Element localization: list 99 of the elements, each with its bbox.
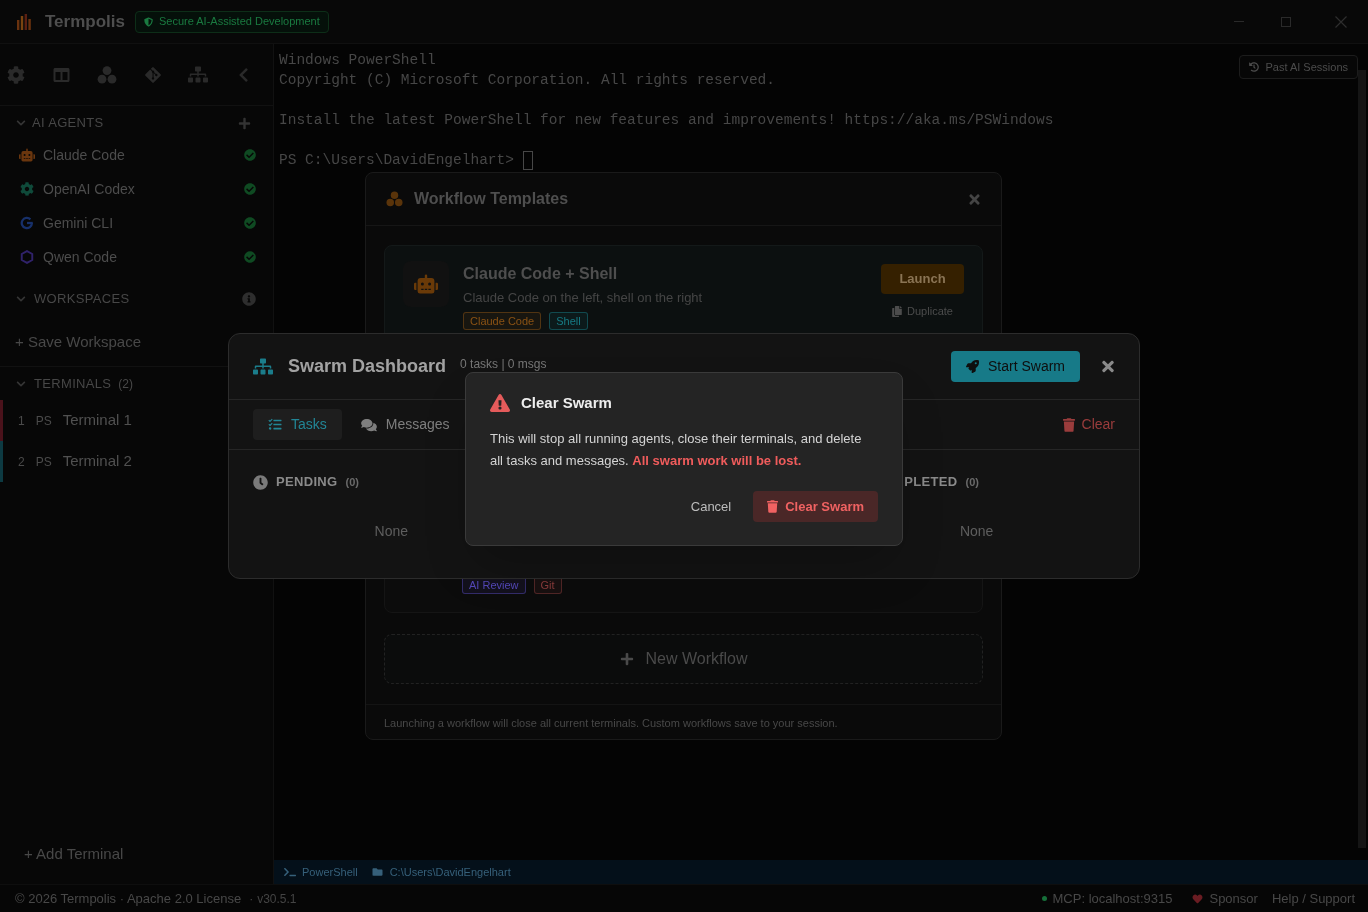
agent-item[interactable]: Claude Code <box>0 138 273 172</box>
history-icon <box>1249 62 1260 72</box>
agent-name: Gemini CLI <box>43 213 114 233</box>
trash-icon <box>767 500 779 513</box>
heart-icon <box>1192 893 1204 904</box>
chat-bubbles-icon <box>360 417 377 432</box>
warning-icon <box>490 394 510 412</box>
copyright-text: © 2026 Termpolis · Apache 2.0 License <box>15 889 242 908</box>
agent-name: Qwen Code <box>43 247 117 267</box>
maximize-icon[interactable] <box>1281 16 1291 27</box>
tab[interactable]: Messages <box>345 409 465 440</box>
text-cursor <box>522 150 533 170</box>
launch-button[interactable]: Launch <box>881 264 964 294</box>
clear-swarm-button[interactable]: Clear Swarm <box>753 491 878 522</box>
column-title: PLETED <box>904 473 958 492</box>
gear-icon <box>20 182 34 196</box>
clock-icon <box>253 474 268 490</box>
agent-name: Claude Code <box>43 145 125 165</box>
columns-icon[interactable] <box>53 66 70 83</box>
tab[interactable]: Tasks <box>253 409 342 440</box>
shell-label: PS <box>35 453 52 471</box>
summary-text: 0 tasks | 0 msgs <box>460 356 547 371</box>
logo-icon <box>17 13 31 30</box>
past-sessions-button[interactable]: Past AI Sessions <box>1239 55 1358 79</box>
network-icon[interactable] <box>188 66 208 83</box>
robot-icon <box>403 261 449 307</box>
agent-item[interactable]: Qwen Code <box>0 240 273 274</box>
terminal-output-line: Copyright (C) Microsoft Corporation. All rights reserved. <box>279 71 775 90</box>
scrollbar[interactable] <box>1358 70 1366 848</box>
cancel-button[interactable]: Cancel <box>678 491 744 522</box>
settings-icon[interactable] <box>7 65 25 84</box>
mcp-status: MCP: localhost:9315 <box>1052 889 1173 908</box>
terminal-prompt: PS C:\Users\DavidEngelhart> <box>279 151 514 170</box>
agent-name: OpenAI Codex <box>43 179 135 199</box>
dialog-message: This will stop all running agents, close their terminals, and delete all tasks and messages. All swarm work will be lost. <box>490 430 863 470</box>
terminal-name: Terminal 2 <box>62 451 132 472</box>
rocket-icon <box>966 360 979 373</box>
clear-button[interactable]: Clear <box>1062 414 1115 435</box>
workflow-description: Claude Code on the left, shell on the right <box>463 289 703 307</box>
app-name: Termpolis <box>45 10 125 33</box>
column-count: (0) <box>345 474 359 490</box>
folder-icon <box>371 867 383 877</box>
column-count: (0) <box>965 474 979 490</box>
minimize-icon[interactable] <box>1234 20 1244 23</box>
chevron-down-icon[interactable] <box>16 378 26 389</box>
info-icon <box>242 292 256 306</box>
terminal-icon <box>284 867 296 877</box>
empty-state-text: None <box>959 522 994 541</box>
close-icon[interactable] <box>1101 358 1115 375</box>
three-circles-icon[interactable] <box>97 65 117 84</box>
terminal-output-line: Install the latest PowerShell for new features and improvements! https://aka.ms/PSWindows <box>279 111 1054 130</box>
task-list-icon <box>268 418 282 431</box>
terminal-count: (2) <box>118 375 133 393</box>
empty-state-text: None <box>374 522 409 541</box>
working-directory: C:\Users\DavidEngelhart <box>389 864 511 880</box>
chevron-down-icon[interactable] <box>16 118 26 128</box>
robot-icon <box>19 148 35 162</box>
terminal-number: 2 <box>18 453 25 471</box>
new-workflow-button[interactable]: New Workflow <box>384 634 983 684</box>
add-icon[interactable] <box>238 116 251 130</box>
terminal-item[interactable]: 2 PS Terminal 2 <box>0 441 273 482</box>
add-terminal-link[interactable]: + Add Terminal <box>24 842 124 866</box>
workflow-name: Claude Code + Shell <box>463 264 618 284</box>
terminal-output-line: Windows PowerShell <box>279 51 436 70</box>
terminal-number: 1 <box>18 412 25 430</box>
copy-icon <box>892 305 903 317</box>
agent-item[interactable]: Gemini CLI <box>0 206 273 240</box>
agent-item[interactable]: OpenAI Codex <box>0 172 273 206</box>
sponsor-link[interactable]: Sponsor <box>1209 888 1258 909</box>
plus-icon <box>619 652 634 666</box>
git-icon[interactable] <box>143 65 162 84</box>
version-label: v30.5.1 <box>257 890 297 908</box>
tag: Claude Code <box>463 312 542 330</box>
duplicate-button[interactable]: Duplicate <box>892 303 953 320</box>
tag: Shell <box>549 312 588 330</box>
section-title: WORKSPACES <box>34 290 130 309</box>
shield-icon <box>144 16 153 27</box>
trash-icon <box>1062 417 1075 432</box>
modal-title: Swarm Dashboard <box>288 355 447 378</box>
save-workspace-link[interactable]: + Save Workspace <box>15 330 142 354</box>
dialog-title: Clear Swarm <box>521 392 612 413</box>
section-title: AI AGENTS <box>32 114 104 133</box>
terminal-name: Terminal 1 <box>62 410 132 431</box>
g-logo-icon <box>20 216 34 230</box>
collapse-icon[interactable] <box>238 66 249 83</box>
footnote: Launching a workflow will close all current terminals. Custom workflows save to your session. <box>384 715 838 731</box>
hexagon-logo-icon <box>20 250 34 264</box>
shell-label: PS <box>35 412 52 430</box>
column-title: PENDING <box>276 473 338 492</box>
network-icon <box>253 358 273 375</box>
three-circles-icon <box>386 191 403 207</box>
help-link[interactable]: Help / Support <box>1271 888 1355 909</box>
security-badge: Secure AI-Assisted Development <box>135 10 329 33</box>
shell-name: PowerShell <box>302 864 358 880</box>
chevron-down-icon[interactable] <box>16 294 26 304</box>
separator-dot: · <box>249 890 254 908</box>
modal-title: Workflow Templates <box>414 189 569 209</box>
start-swarm-button[interactable]: Start Swarm <box>951 351 1080 382</box>
section-title: TERMINALS <box>34 374 112 393</box>
